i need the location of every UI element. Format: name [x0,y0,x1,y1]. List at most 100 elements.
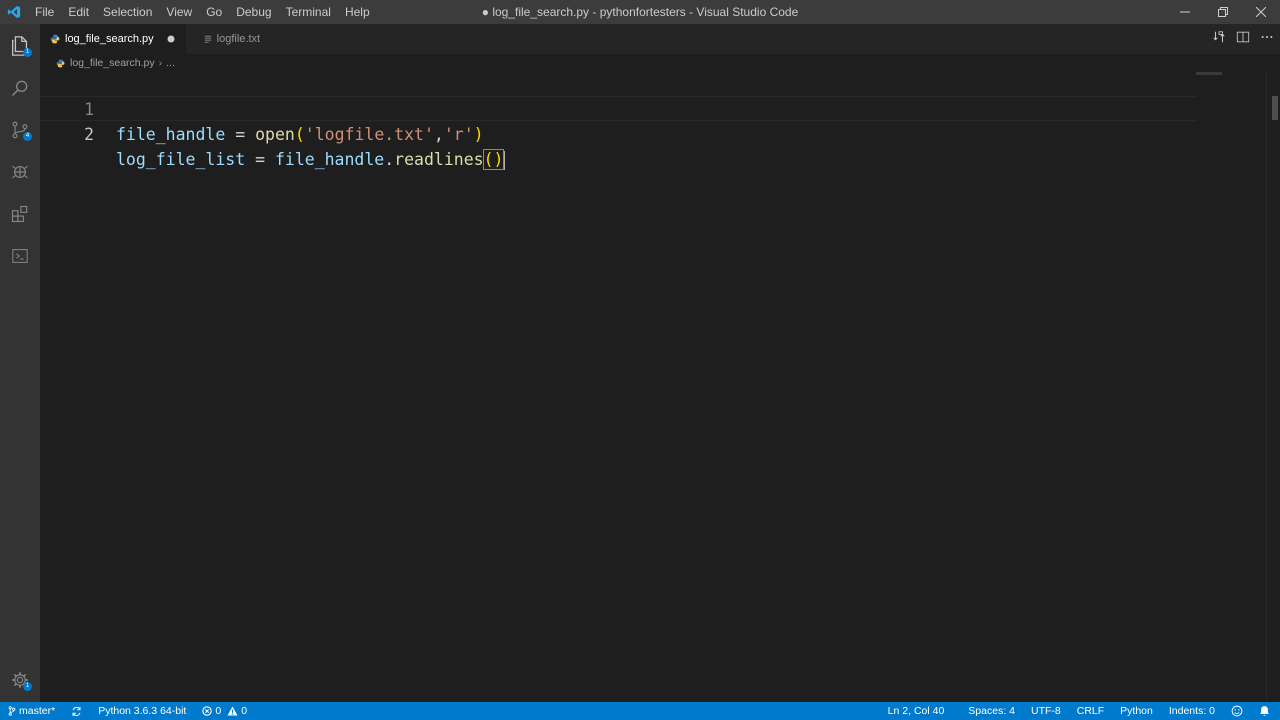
smiley-icon [1231,705,1243,717]
cursor-position[interactable]: Ln 2, Col 40 [880,702,953,720]
error-icon [202,706,213,716]
source-control-badge: 4 [23,132,32,141]
terminal-box-icon [12,249,28,263]
menu-bar: File Edit Selection View Go Debug Termin… [28,0,377,24]
menu-edit[interactable]: Edit [61,0,96,24]
code-content: file_handle = open('logfile.txt','r') [116,122,484,147]
token: ( [294,125,305,144]
branch-name: master* [19,705,56,717]
token: open [255,125,295,144]
token: () [482,149,505,170]
menu-debug[interactable]: Debug [229,0,278,24]
token: file_handle [116,125,226,144]
warning-count: 0 [241,705,248,717]
title-bar: File Edit Selection View Go Debug Termin… [0,0,1280,24]
vertical-scrollbar[interactable] [1272,96,1278,120]
end-of-line[interactable]: CRLF [1069,702,1112,720]
vscode-logo-icon [0,0,28,24]
code-content: log_file_list = file_handle.readlines() [116,147,506,172]
minimap[interactable] [1196,72,1222,75]
token: ) [473,125,484,144]
more-actions-button[interactable] [1260,30,1274,49]
menu-go[interactable]: Go [199,0,229,24]
error-count: 0 [215,705,222,717]
token: , [433,125,444,144]
breadcrumb-file[interactable]: log_file_search.py [70,57,155,69]
status-bar-right: Ln 2, Col 40 Spaces: 4 UTF-8 CRLF Python… [880,702,1280,720]
python-file-icon [50,34,60,44]
sync-button[interactable] [63,702,90,720]
notifications-button[interactable] [1251,702,1280,720]
split-editor-icon [1236,31,1250,42]
breadcrumb-symbols[interactable]: ... [166,57,175,69]
menu-file[interactable]: File [28,0,61,24]
git-branch-icon [8,706,16,716]
token: = [245,150,275,169]
token: 'logfile.txt' [304,125,434,144]
editor-tabs: log_file_search.py logfile.txt [40,24,1280,54]
python-file-icon [56,59,65,68]
close-icon [1256,7,1266,17]
activity-bar: 1 4 1 [0,24,40,702]
settings-badge: 1 [23,682,32,691]
feedback-button[interactable] [1223,702,1251,720]
tab-label: logfile.txt [216,33,261,45]
search-icon [11,80,28,97]
extensions-button[interactable] [0,194,40,234]
settings-button[interactable]: 1 [0,660,40,700]
chevron-right-icon: › [158,57,163,69]
debug-button[interactable] [0,152,40,192]
restore-icon [1218,7,1228,17]
breadcrumb: log_file_search.py › ... [40,54,1280,72]
indents-indicator[interactable]: Indents: 0 [1161,702,1223,720]
problems-indicator[interactable]: 0 0 [194,702,255,720]
search-button[interactable] [0,68,40,108]
python-interpreter[interactable]: Python 3.6.3 64-bit [90,702,194,720]
window-controls [1166,0,1280,24]
tab-log-file-search-py[interactable]: log_file_search.py [40,24,186,54]
explorer-button[interactable]: 1 [0,26,40,66]
unsaved-dot-icon[interactable] [164,32,178,46]
file-encoding[interactable]: UTF-8 [1023,702,1069,720]
extensions-icon [11,205,28,223]
explorer-badge: 1 [23,48,32,57]
token: . [384,150,395,169]
language-mode[interactable]: Python [1112,702,1161,720]
code-line-2[interactable]: 2 log_file_list = file_handle.readlines(… [40,96,1196,170]
menu-view[interactable]: View [159,0,199,24]
minimize-icon [1180,11,1190,13]
open-changes-button[interactable] [1212,30,1226,49]
token: file_handle [274,150,385,169]
ellipsis-icon [1261,35,1273,38]
token: log_file_list [116,150,246,169]
compare-changes-icon [1213,30,1225,42]
debug-icon [12,165,28,179]
code-editor[interactable]: 1 file_handle = open('logfile.txt','r') … [40,72,1280,702]
branch-indicator[interactable]: master* [0,702,63,720]
sync-icon [72,706,81,716]
minimize-button[interactable] [1166,0,1204,24]
tab-logfile-txt[interactable]: logfile.txt [185,24,286,54]
token: = [225,125,256,144]
restore-button[interactable] [1204,0,1242,24]
split-editor-button[interactable] [1236,30,1250,49]
close-window-button[interactable] [1242,0,1280,24]
status-bar: master* Python 3.6.3 64-bit 0 0 Ln 2, Co… [0,702,1280,720]
menu-help[interactable]: Help [338,0,377,24]
source-control-button[interactable]: 4 [0,110,40,150]
warning-icon [227,706,238,716]
bell-icon [1260,706,1269,717]
remote-explorer-button[interactable] [0,236,40,276]
menu-terminal[interactable]: Terminal [279,0,338,24]
text-cursor [503,151,506,170]
token: readlines [394,150,484,169]
line-number: 2 [84,125,94,144]
code-line-1[interactable]: 1 file_handle = open('logfile.txt','r') [40,72,1196,144]
indentation-spaces[interactable]: Spaces: 4 [952,702,1023,720]
text-file-icon [204,35,212,43]
tab-label: log_file_search.py [65,33,154,45]
editor-actions [1212,24,1274,54]
menu-selection[interactable]: Selection [96,0,159,24]
overview-ruler [1266,72,1280,702]
token: 'r' [443,125,474,144]
